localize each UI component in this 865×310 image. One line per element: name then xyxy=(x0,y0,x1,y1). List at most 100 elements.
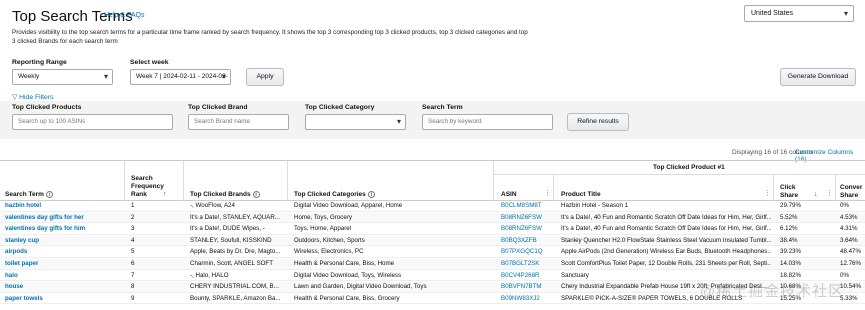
categories-cell: Wireless, Electronics, PC xyxy=(294,248,364,256)
info-icon[interactable]: i xyxy=(367,191,375,198)
chevron-down-icon: ▾ xyxy=(396,117,401,126)
search-term-cell[interactable]: toilet paper xyxy=(5,259,123,270)
asin-cell[interactable]: B0BVFN7BTM xyxy=(501,282,551,293)
search-term-header-label: Search Term xyxy=(5,191,44,199)
sort-descending-icon[interactable]: ↓ xyxy=(814,191,818,198)
brands-cell: Charmin, Scott, ANGEL SOFT xyxy=(190,260,273,267)
asin-cell[interactable]: B07PXGQC1Q xyxy=(501,247,551,258)
rank-cell: 3 xyxy=(131,225,135,233)
country-value: United States xyxy=(751,10,794,17)
brands-cell: It's a Date!, STANLEY, AQUAR... xyxy=(190,213,281,221)
refine-results-button[interactable]: Refine results xyxy=(567,113,629,131)
asin-cell[interactable]: B08RNZ6FSW xyxy=(501,213,551,224)
rank-cell: 5 xyxy=(131,248,135,256)
apply-button[interactable]: Apply xyxy=(246,68,284,86)
click-share-cell: 38.4% xyxy=(780,236,798,244)
search-term-cell[interactable]: halo xyxy=(5,271,123,282)
search-term-cell[interactable]: house xyxy=(5,282,123,293)
categories-cell: Health & Personal Care, Biss, Home xyxy=(294,260,395,267)
asin-cell[interactable]: B08RNZ6FSW xyxy=(501,224,551,235)
click-share-cell: 29.79% xyxy=(780,202,801,209)
asin-cell[interactable]: B0CLM8SM8T xyxy=(501,201,551,212)
rank-header-label: Search Frequency Rank xyxy=(131,175,164,198)
categories-cell: Toys, Home, Apparel xyxy=(294,225,352,233)
sort-ascending-icon[interactable]: ↑ xyxy=(163,191,167,198)
asin-header[interactable]: ASIN xyxy=(501,191,517,198)
rank-header[interactable]: Search Frequency Rank xyxy=(131,175,173,199)
product-title-cell: It's a Date!, 40 Fun and Romantic Scratc… xyxy=(561,225,771,233)
reporting-range-select[interactable]: Weekly ▾ xyxy=(12,69,113,85)
search-term-cell[interactable]: valentines day gifts for him xyxy=(5,224,123,235)
brands-cell: STANLEY, Soufull, KISSKIND xyxy=(190,236,272,244)
click-share-header[interactable]: Click Share xyxy=(780,184,804,200)
asin-cell[interactable]: B0BQ3XZFB xyxy=(501,236,551,247)
table-row: stanley cup 4 STANLEY, Soufull, KISSKIND Ou… xyxy=(0,235,865,247)
click-share-cell: 14.03% xyxy=(780,260,801,267)
asin-cell[interactable]: B0CV4P268R xyxy=(501,271,551,282)
brands-cell: CHERY INDUSTRIAL.COM, B... xyxy=(190,283,279,291)
reporting-range-label: Reporting Range xyxy=(12,59,67,66)
brands-cell: -, Halo, HALO xyxy=(190,271,229,279)
conversion-share-header[interactable]: Conver Share xyxy=(840,184,865,200)
brands-cell: It's a Date!, DUDE Wipes, - xyxy=(190,225,265,233)
table-header: Search Term i Search Frequency Rank ↑ Top… xyxy=(0,160,865,201)
help-link[interactable]: Help & FAQs xyxy=(104,12,144,19)
top-clicked-category-label: Top Clicked Category xyxy=(305,104,375,111)
rank-cell: 9 xyxy=(131,294,135,302)
generate-download-button[interactable]: Generate Download xyxy=(780,68,856,86)
search-term-input[interactable]: Search by keyword xyxy=(422,114,553,130)
brands-header[interactable]: Top Clicked Brands i xyxy=(190,191,260,198)
more-icon[interactable]: ⋮ xyxy=(544,189,551,197)
search-term-cell[interactable]: hazbin hotel xyxy=(5,201,123,212)
hide-filters-label: Hide Filters xyxy=(19,94,54,101)
conversion-share-cell: 48.47% xyxy=(840,248,861,256)
conversion-share-cell: 4.31% xyxy=(840,225,858,233)
table-row: valentines day gifts for him 3 It's a Date… xyxy=(0,224,865,235)
info-icon[interactable]: i xyxy=(45,191,53,198)
search-term-cell[interactable]: stanley cup xyxy=(5,236,123,247)
product-group-header: Top Clicked Product #1 xyxy=(653,164,725,171)
hide-filters-toggle[interactable]: ▽ Hide Filters xyxy=(12,93,54,101)
top-clicked-brand-label: Top Clicked Brand xyxy=(188,104,248,111)
search-term-cell[interactable]: valentines day gifts for her xyxy=(5,213,123,224)
categories-header-label: Top Clicked Categories xyxy=(294,191,366,199)
brands-header-label: Top Clicked Brands xyxy=(190,191,251,199)
chevron-down-icon: ▾ xyxy=(221,72,226,81)
brand-search-input[interactable]: Search Brand name xyxy=(188,114,289,130)
categories-header[interactable]: Top Clicked Categories i xyxy=(294,191,375,198)
product-title-cell: It's a Date!, 40 Fun and Romantic Scratc… xyxy=(561,213,771,221)
product-title-cell: Apple AirPods (2nd Generation) Wireless … xyxy=(561,248,771,256)
category-select[interactable]: ▾ xyxy=(305,114,406,130)
search-term-cell[interactable]: airpods xyxy=(5,247,123,258)
asin-cell[interactable]: B07BGLT2SK xyxy=(501,259,551,270)
asin-search-input[interactable]: Search up to 100 ASINs xyxy=(12,114,173,130)
info-icon[interactable]: i xyxy=(252,191,260,198)
product-title-header[interactable]: Product Title xyxy=(561,191,601,198)
page-description: Provides visibility to the top search te… xyxy=(12,29,528,45)
categories-cell: Health & Personal Care, Biss, Grocery xyxy=(294,294,400,302)
table-row: valentines day gifts for her 2 It's a Date… xyxy=(0,212,865,224)
conversion-share-cell: 3.64% xyxy=(840,236,858,244)
product-title-cell: Scott ComfortPlus Toilet Paper, 12 Doubl… xyxy=(561,260,771,267)
select-week-select[interactable]: Week 7 | 2024-02-11 - 2024-02- ▾ xyxy=(130,69,231,85)
click-share-cell: 6.12% xyxy=(780,225,798,233)
more-icon[interactable]: ⋮ xyxy=(826,189,833,197)
select-week-label: Select week xyxy=(130,59,169,66)
brands-cell: Apple, Beats by Dr. Dre, Magto... xyxy=(190,248,281,256)
conversion-share-cell: 12.76% xyxy=(840,260,861,267)
asin-cell[interactable]: B09NW83XJ2 xyxy=(501,294,551,305)
top-clicked-products-label: Top Clicked Products xyxy=(12,104,82,111)
country-select[interactable]: United States xyxy=(744,5,854,22)
rank-cell: 4 xyxy=(131,236,135,244)
categories-cell: Digital Video Download, Toys, Wireless xyxy=(294,271,402,279)
categories-cell: Home, Toys, Grocery xyxy=(294,213,352,221)
rank-cell: 7 xyxy=(131,271,135,279)
rank-cell: 8 xyxy=(131,283,135,291)
search-term-cell[interactable]: paper towels xyxy=(5,294,123,305)
rank-cell: 1 xyxy=(131,202,135,209)
search-term-header[interactable]: Search Term i xyxy=(5,191,53,198)
categories-cell: Digital Video Download, Apparel, Home xyxy=(294,202,403,209)
brands-cell: -, WooFlow, A24 xyxy=(190,202,235,209)
table-row: airpods 5 Apple, Beats by Dr. Dre, Magto..… xyxy=(0,247,865,258)
more-icon[interactable]: ⋮ xyxy=(764,189,771,197)
